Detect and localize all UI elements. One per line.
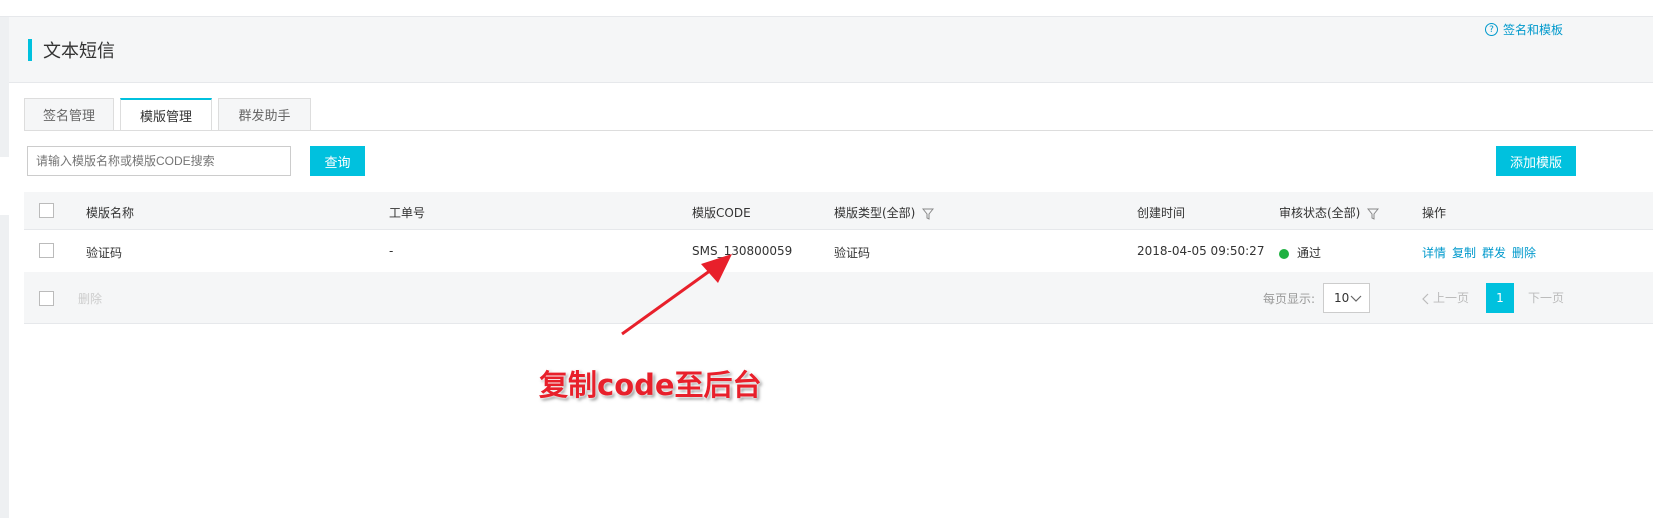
chevron-left-icon <box>1422 293 1429 304</box>
sidebar-gap <box>0 157 9 215</box>
action-delete-link[interactable]: 删除 <box>1512 246 1536 260</box>
column-header-status-label: 审核状态(全部) <box>1279 206 1361 220</box>
tab-signature[interactable]: 签名管理 <box>24 98 114 131</box>
bulk-delete-button[interactable]: 删除 <box>78 290 102 307</box>
question-icon: ? <box>1485 23 1498 36</box>
select-all-checkbox[interactable] <box>39 203 54 218</box>
status-label: 通过 <box>1297 246 1322 260</box>
page-title: 文本短信 <box>43 41 115 62</box>
column-header-created: 创建时间 <box>1137 206 1186 220</box>
action-details-link[interactable]: 详情 <box>1422 246 1446 260</box>
table-header: 模版名称 工单号 模版CODE 模版类型(全部) 创建时间 审核状态(全部) 操… <box>24 192 1653 230</box>
top-bar <box>0 0 1653 17</box>
cell-created-time: 2018-04-05 09:50:27 <box>1137 244 1265 258</box>
query-button[interactable]: 查询 <box>310 146 365 176</box>
per-page-label: 每页显示: <box>1263 292 1316 306</box>
page-header: 文本短信 <box>9 17 1653 83</box>
help-link-label: 签名和模板 <box>1503 23 1564 37</box>
column-header-ticket: 工单号 <box>389 206 426 220</box>
per-page-select[interactable]: 10 <box>1323 283 1370 313</box>
action-copy-link[interactable]: 复制 <box>1452 246 1476 260</box>
next-page-button[interactable]: 下一页 <box>1528 289 1564 306</box>
left-sidebar-edge <box>0 17 9 518</box>
cell-ticket: - <box>389 244 394 258</box>
action-bulk-send-link[interactable]: 群发 <box>1482 246 1506 260</box>
column-header-type-label: 模版类型(全部) <box>834 206 916 220</box>
table-footer: 删除 每页显示: 10 上一页 1 下一页 <box>24 272 1653 324</box>
help-link[interactable]: ? 签名和模板 <box>1485 21 1563 38</box>
title-accent-bar <box>28 39 32 61</box>
tab-bar: 签名管理 模版管理 群发助手 <box>24 98 317 131</box>
per-page-value: 10 <box>1334 291 1350 305</box>
page-number-current[interactable]: 1 <box>1486 283 1514 313</box>
tab-bulk-send[interactable]: 群发助手 <box>218 98 311 131</box>
annotation-text: 复制code至后台 <box>539 368 762 402</box>
filter-icon[interactable] <box>1367 208 1380 220</box>
cell-template-name: 验证码 <box>86 246 123 260</box>
column-header-name: 模版名称 <box>86 206 135 220</box>
cell-status: 通过 <box>1279 244 1321 261</box>
column-header-type[interactable]: 模版类型(全部) <box>834 204 935 221</box>
tab-divider <box>24 130 1653 131</box>
cell-actions: 详情 复制 群发 删除 <box>1422 244 1542 261</box>
row-checkbox[interactable] <box>39 243 54 258</box>
sms-console-page: 文本短信 ? 签名和模板 签名管理 模版管理 群发助手 查询 添加模版 模版名称… <box>0 0 1653 518</box>
annotation-arrow-icon <box>621 254 732 336</box>
add-template-button[interactable]: 添加模版 <box>1496 146 1576 176</box>
tab-template[interactable]: 模版管理 <box>120 98 212 131</box>
prev-page-button[interactable]: 上一页 <box>1421 289 1469 306</box>
column-header-code: 模版CODE <box>692 206 751 220</box>
prev-page-label: 上一页 <box>1433 291 1470 305</box>
status-ok-dot <box>1279 248 1289 259</box>
table-row: 验证码 - SMS_130800059 验证码 2018-04-05 09:50… <box>24 231 1653 271</box>
column-header-actions: 操作 <box>1422 206 1447 220</box>
footer-select-all-checkbox[interactable] <box>39 291 54 306</box>
filter-icon[interactable] <box>922 208 935 220</box>
search-input[interactable] <box>27 146 291 176</box>
column-header-status[interactable]: 审核状态(全部) <box>1279 204 1380 221</box>
chevron-down-icon <box>1350 295 1362 302</box>
cell-template-type: 验证码 <box>834 246 871 260</box>
